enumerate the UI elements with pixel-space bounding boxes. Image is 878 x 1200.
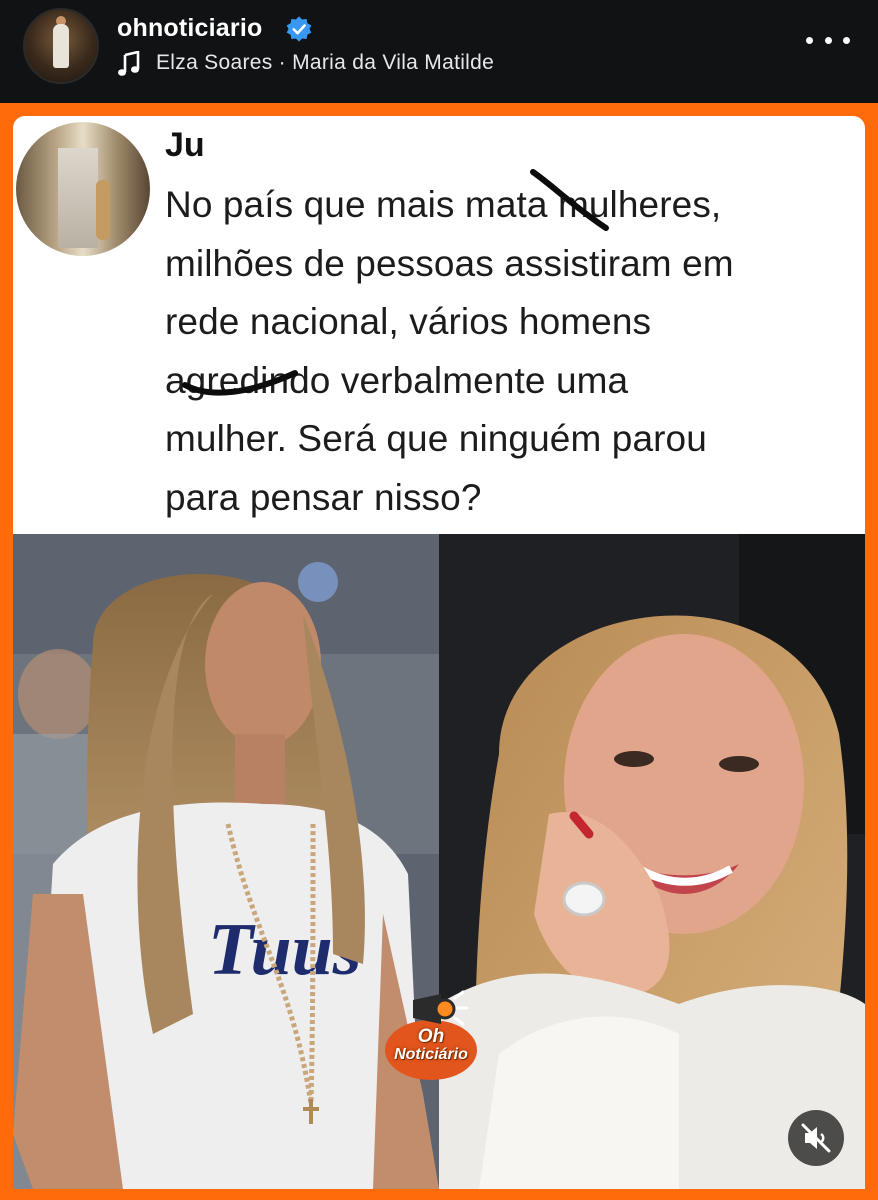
username[interactable]: ohnoticiario [117, 14, 262, 43]
post-media-frame: Ju No país que mais mata mulheres, milhõ… [0, 103, 878, 1200]
tweet-line: No país que mais mata mulheres, [165, 184, 722, 225]
post-header: ohnoticiario Elza Soares · Maria da Vila… [0, 0, 878, 103]
photo-left: Tuus [13, 534, 439, 1189]
tweet-line: agredindo verbalmente uma [165, 359, 629, 401]
photo-collage: Tuus [13, 534, 865, 1189]
profile-avatar[interactable] [23, 8, 99, 84]
tweet-line: milhões de pessoas assistiram em [165, 242, 734, 284]
verified-badge-icon [286, 16, 312, 42]
tweet-author-avatar [16, 122, 150, 256]
muted-speaker-icon [801, 1123, 831, 1153]
tweet-author-name: Ju [165, 126, 205, 164]
tweet-line: para pensar nisso? [165, 476, 482, 518]
oh-noticiario-watermark: Oh Noticiário [383, 990, 479, 1082]
photo-right [439, 534, 865, 1189]
photo-right-illustration [439, 534, 865, 1189]
tweet-card: Ju No país que mais mata mulheres, milhõ… [13, 116, 865, 534]
mute-toggle-button[interactable] [788, 1110, 844, 1166]
tweet-text: No país que mais mata mulheres, milhões … [165, 176, 855, 527]
audio-track-label[interactable]: Elza Soares · Maria da Vila Matilde [156, 51, 494, 75]
watermark-text: Noticiário [394, 1046, 468, 1063]
photo-left-illustration: Tuus [13, 534, 439, 1189]
tweet-line: mulher. Será que ninguém parou [165, 418, 707, 459]
music-note-icon [118, 51, 140, 76]
watermark-text: Oh [417, 1026, 445, 1047]
tweet-line: rede nacional, vários homens [165, 301, 652, 342]
more-options-icon[interactable] [806, 25, 850, 55]
